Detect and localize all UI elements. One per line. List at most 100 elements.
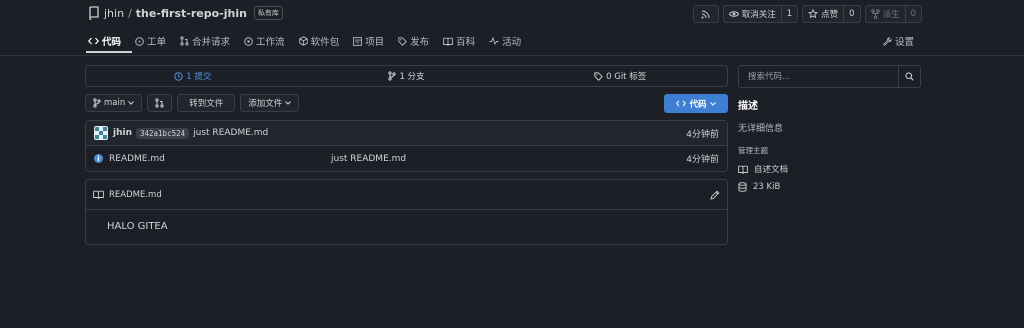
- repo-size: 23 KiB: [738, 182, 921, 192]
- repo-sidebar: 描述 无详细信息 管理主题 自述文档 23 KiB: [738, 65, 921, 192]
- project-icon: [353, 36, 362, 46]
- list-item[interactable]: i README.md just README.md 4分钟前: [86, 146, 727, 171]
- star-button[interactable]: 点赞 0: [802, 5, 861, 23]
- repo-tabs: 代码 工单 合并请求 工作流 软件包 项目 发布 百科 活动: [88, 32, 521, 50]
- info-file-icon: i: [94, 154, 103, 163]
- tab-pull-requests-label: 合并请求: [192, 37, 231, 48]
- repo-name-link[interactable]: the-first-repo-jhin: [136, 7, 247, 20]
- commit-time: 4分钟前: [686, 129, 719, 140]
- play-icon: [244, 36, 253, 46]
- readme-header: README.md: [86, 180, 727, 210]
- branch-icon: [93, 98, 101, 108]
- file-name[interactable]: README.md: [109, 154, 165, 164]
- search-icon: [905, 72, 914, 81]
- tools-icon: [883, 36, 892, 46]
- tab-projects[interactable]: 项目: [353, 32, 384, 50]
- code-button-label: 代码: [689, 99, 707, 110]
- watch-label: 取消关注: [741, 10, 776, 20]
- tab-wiki-label: 百科: [456, 37, 476, 48]
- tab-code-label: 代码: [102, 37, 122, 48]
- branches-link[interactable]: 1 分支: [300, 70, 514, 82]
- tab-releases[interactable]: 发布: [398, 32, 429, 50]
- tab-issues-label: 工单: [147, 37, 167, 48]
- tags-link[interactable]: 0 Git 标签: [513, 70, 727, 82]
- tab-activity[interactable]: 活动: [489, 32, 521, 50]
- pull-request-icon: [155, 98, 164, 108]
- search-input[interactable]: [739, 66, 898, 87]
- tab-wiki[interactable]: 百科: [443, 32, 475, 50]
- star-label: 点赞: [821, 10, 839, 20]
- pencil-icon[interactable]: [710, 190, 720, 200]
- branches-count: 1 分支: [399, 72, 425, 82]
- tab-settings[interactable]: 设置: [883, 32, 914, 50]
- readme-link-label: 自述文档: [754, 165, 789, 175]
- repo-title: jhin / the-first-repo-jhin 私有库: [88, 6, 283, 20]
- repo-actions: 取消关注 1 点赞 0 派生 0: [692, 5, 922, 23]
- star-count[interactable]: 0: [843, 6, 859, 22]
- compare-button[interactable]: [147, 94, 173, 112]
- tab-issues[interactable]: 工单: [135, 32, 166, 50]
- database-icon: [738, 182, 747, 192]
- commit-author[interactable]: jhin: [113, 128, 132, 138]
- tab-projects-label: 项目: [365, 37, 385, 48]
- private-badge: 私有库: [253, 6, 283, 20]
- file-commit-message[interactable]: just README.md: [331, 154, 406, 164]
- chevron-down-icon: [285, 101, 292, 105]
- repo-icon: [88, 6, 100, 20]
- tab-packages[interactable]: 软件包: [298, 32, 340, 50]
- book-icon: [93, 190, 104, 199]
- book-icon: [443, 37, 453, 46]
- branch-selector[interactable]: main: [85, 94, 143, 112]
- readme-link[interactable]: 自述文档: [738, 163, 921, 175]
- commits-link[interactable]: 1 提交: [86, 70, 300, 82]
- code-clone-button[interactable]: 代码: [664, 94, 728, 113]
- fork-count[interactable]: 0: [904, 6, 921, 22]
- issue-icon: [135, 36, 144, 46]
- readme-panel: README.md HALO GITEA: [85, 179, 728, 245]
- repo-stats-bar: 1 提交 1 分支 0 Git 标签: [85, 65, 728, 87]
- repo-header: jhin / the-first-repo-jhin 私有库 取消关注 1 点赞…: [0, 0, 1024, 56]
- active-tab-indicator: [86, 51, 132, 53]
- add-file-button[interactable]: 添加文件: [240, 94, 300, 112]
- chevron-down-icon: [128, 101, 135, 105]
- tag-icon: [594, 71, 603, 81]
- fork-icon: [870, 9, 880, 19]
- code-search: [738, 65, 921, 88]
- tab-pull-requests[interactable]: 合并请求: [180, 32, 230, 50]
- add-file-label: 添加文件: [248, 99, 283, 109]
- watch-count[interactable]: 1: [780, 6, 797, 22]
- history-icon: [174, 71, 183, 81]
- branch-toolbar: main 转到文件 添加文件: [85, 94, 300, 112]
- branch-name: main: [104, 98, 126, 108]
- description-text: 无详细信息: [738, 124, 784, 134]
- book-icon: [738, 165, 748, 174]
- file-commit-time: 4分钟前: [686, 155, 719, 165]
- branch-icon: [388, 71, 397, 81]
- search-button[interactable]: [898, 66, 920, 87]
- goto-file-button[interactable]: 转到文件: [177, 94, 236, 112]
- file-list: jhin 342a1bc524 just README.md 4分钟前 i RE…: [85, 120, 728, 172]
- tab-actions[interactable]: 工作流: [244, 32, 285, 50]
- code-icon: [676, 100, 687, 107]
- rss-button[interactable]: [692, 5, 719, 23]
- commit-message[interactable]: just README.md: [193, 128, 268, 138]
- fork-button[interactable]: 派生 0: [864, 5, 922, 23]
- readme-filename: README.md: [109, 189, 162, 200]
- tab-releases-label: 发布: [410, 37, 430, 48]
- star-icon: [808, 9, 819, 19]
- repo-separator: /: [128, 6, 132, 20]
- latest-commit-row: jhin 342a1bc524 just README.md 4分钟前: [86, 121, 727, 146]
- code-icon: [88, 37, 99, 45]
- tag-icon: [398, 36, 407, 46]
- tab-code[interactable]: 代码: [88, 32, 121, 50]
- tab-packages-label: 软件包: [310, 37, 340, 48]
- watch-button[interactable]: 取消关注 1: [722, 5, 799, 23]
- rss-icon: [701, 10, 710, 19]
- eye-icon: [728, 10, 739, 18]
- repo-size-value: 23 KiB: [753, 182, 781, 192]
- commit-sha[interactable]: 342a1bc524: [135, 127, 190, 139]
- commits-count: 1 提交: [186, 72, 212, 82]
- avatar[interactable]: [94, 126, 108, 140]
- manage-topics-link[interactable]: 管理主题: [738, 145, 921, 156]
- repo-owner-link[interactable]: jhin: [104, 7, 124, 20]
